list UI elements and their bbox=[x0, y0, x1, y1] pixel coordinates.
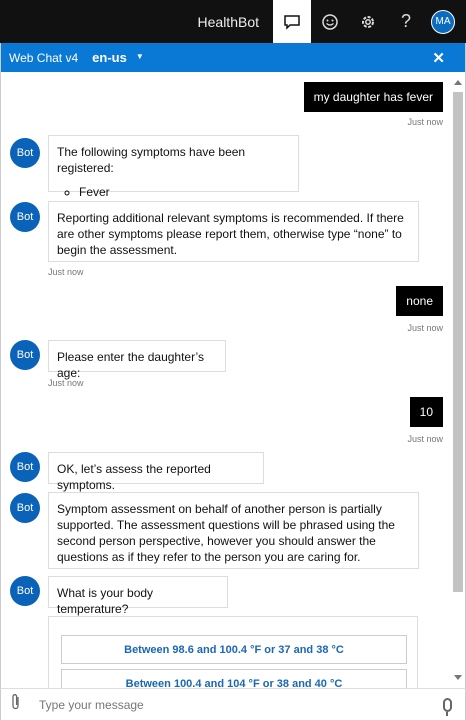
timestamp: Just now bbox=[407, 117, 443, 127]
choice-card: Between 98.6 and 100.4 °F or 37 and 38 °… bbox=[48, 616, 418, 688]
message-input[interactable]: Type your message bbox=[31, 698, 429, 712]
timestamp: Just now bbox=[407, 323, 443, 333]
attachment-icon[interactable] bbox=[1, 693, 31, 716]
timestamp: Just now bbox=[48, 378, 84, 388]
scrollbar-thumb[interactable] bbox=[453, 92, 463, 592]
bot-avatar: Bot bbox=[10, 452, 40, 482]
bot-avatar: Bot bbox=[10, 493, 40, 523]
top-bar: HealthBot ? MA bbox=[0, 0, 466, 43]
choice-button[interactable]: Between 100.4 and 104 °F or 38 and 40 °C bbox=[61, 669, 407, 688]
webchat-header: Web Chat v4 en-us ▼ ✕ bbox=[0, 43, 466, 72]
bot-message: Reporting additional relevant symptoms i… bbox=[48, 201, 419, 262]
user-message: 10 bbox=[409, 397, 443, 427]
app-brand: HealthBot bbox=[197, 13, 259, 30]
choice-button[interactable]: Between 98.6 and 100.4 °F or 37 and 38 °… bbox=[61, 635, 407, 664]
chat-icon[interactable] bbox=[273, 0, 311, 43]
bot-message: Please enter the daughter’s age: bbox=[48, 340, 226, 380]
help-icon[interactable]: ? bbox=[387, 0, 425, 43]
message-input-bar: Type your message bbox=[0, 688, 466, 720]
bot-avatar: Bot bbox=[10, 138, 40, 168]
chevron-down-icon[interactable]: ▼ bbox=[136, 52, 144, 61]
list-item: Fever bbox=[79, 184, 290, 200]
chat-transcript[interactable]: my daughter has fever Just now Bot The f… bbox=[0, 72, 466, 688]
user-message: none bbox=[396, 286, 443, 316]
bot-avatar: Bot bbox=[10, 340, 40, 370]
timestamp: Just now bbox=[48, 267, 84, 277]
bot-message: Symptom assessment on behalf of another … bbox=[48, 492, 419, 569]
bot-message: The following symptoms have been registe… bbox=[48, 135, 299, 199]
smiley-icon[interactable] bbox=[311, 0, 349, 43]
close-icon[interactable]: ✕ bbox=[432, 49, 445, 67]
scroll-up-icon[interactable] bbox=[454, 80, 462, 85]
bot-message: OK, let’s assess the reported symptoms. bbox=[48, 452, 264, 492]
settings-icon[interactable] bbox=[349, 0, 387, 43]
user-avatar[interactable]: MA bbox=[431, 9, 455, 34]
bot-message: What is your body temperature? bbox=[48, 576, 228, 616]
bot-message-text: The following symptoms have been registe… bbox=[57, 145, 246, 175]
user-message: my daughter has fever bbox=[303, 82, 443, 112]
scrollbar[interactable] bbox=[453, 80, 463, 680]
symptom-list: Fever bbox=[79, 184, 290, 200]
microphone-icon[interactable] bbox=[429, 697, 465, 716]
language-selector[interactable]: en-us bbox=[92, 50, 127, 65]
bot-avatar: Bot bbox=[10, 202, 40, 232]
scroll-down-icon[interactable] bbox=[454, 675, 462, 680]
timestamp: Just now bbox=[407, 434, 443, 444]
webchat-title: Web Chat v4 bbox=[9, 50, 79, 65]
bot-avatar: Bot bbox=[10, 576, 40, 606]
